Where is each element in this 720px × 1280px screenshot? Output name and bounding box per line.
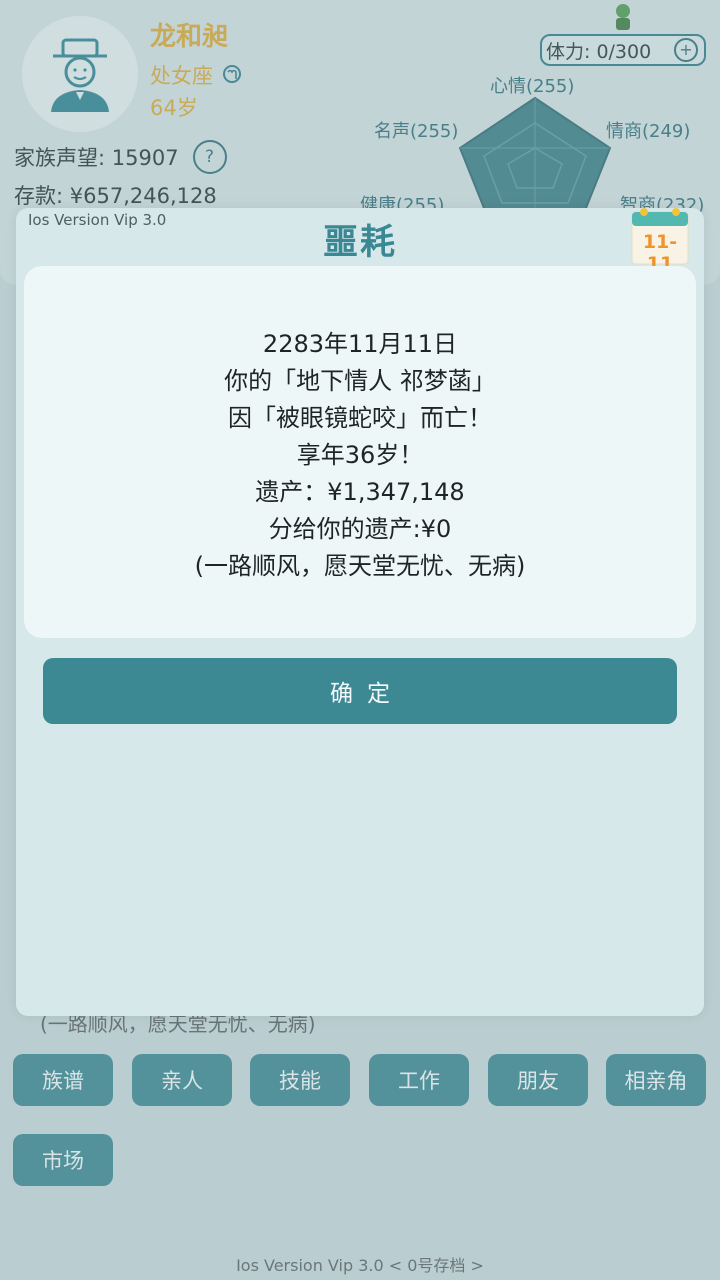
message-box: 2283年11月11日 你的「地下情人 祁梦菡」 因「被眼镜蛇咬」而亡！ 享年3… [24,266,696,638]
message-date: 2283年11月11日 [262,330,458,358]
message-lines: 2283年11月11日 你的「地下情人 祁梦菡」 因「被眼镜蛇咬」而亡！ 享年3… [24,326,696,585]
death-notice-dialog: Ios Version Vip 3.0 噩耗 11-11 2283年11月11日… [16,208,704,1016]
message-farewell: (一路顺风，愿天堂无忧、无病) [194,552,526,580]
message-cause: 因「被眼镜蛇咬」而亡！ [228,404,492,432]
calendar-icon: 11-11 [630,208,690,275]
message-estate: 遗产：¥1,347,148 [255,478,465,506]
message-inheritance: 分给你的遗产:¥0 [268,515,452,543]
dialog-title: 噩耗 [322,223,397,263]
message-age: 享年36岁！ [296,441,424,469]
message-person: 你的「地下情人 祁梦菡」 [224,367,496,395]
confirm-button[interactable]: 确定 [43,658,677,724]
